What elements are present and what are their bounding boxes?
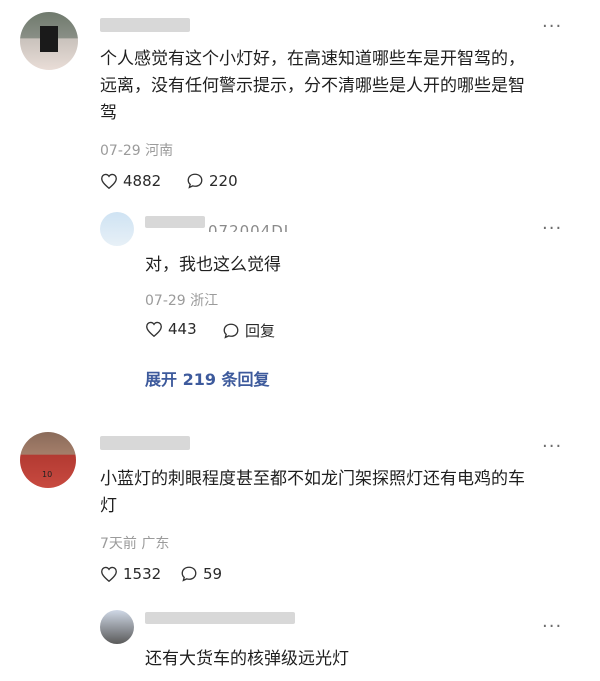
like-button[interactable]: 1532 — [100, 565, 161, 583]
comment-date: 07-29 — [100, 143, 141, 159]
avatar[interactable] — [100, 610, 134, 644]
like-count: 443 — [168, 320, 197, 338]
reply-count: 59 — [203, 565, 223, 583]
comment-line: 驾 — [100, 103, 117, 123]
reply-button[interactable]: 回复 — [222, 320, 275, 341]
heart-icon — [101, 566, 117, 582]
reply-content: 还有大货车的核弹级远光灯 — [145, 649, 349, 669]
avatar[interactable] — [100, 212, 134, 246]
comment-meta: 7天前 广东 — [100, 533, 169, 553]
more-dots-icon[interactable]: ··· — [542, 618, 562, 636]
username-blurred[interactable] — [100, 436, 190, 450]
avatar[interactable]: 10 — [20, 432, 76, 488]
comment-bubble-icon — [181, 566, 197, 582]
comment-bubble-icon — [187, 173, 203, 189]
comment-line: 个人感觉有这个小灯好，在高速知道哪些车是开智驾的， — [100, 49, 525, 69]
comment-bubble-icon — [223, 323, 239, 339]
reply-button[interactable]: 59 — [180, 565, 222, 583]
reply-date: 07-29 — [145, 293, 186, 309]
like-count: 1532 — [123, 565, 162, 583]
like-count: 4882 — [123, 172, 162, 190]
reply-meta: 07-29 浙江 — [145, 290, 218, 310]
reply-label: 回复 — [245, 322, 276, 340]
comment-date: 7天前 — [100, 536, 137, 552]
like-button[interactable]: 443 — [145, 320, 197, 338]
more-dots-icon[interactable]: ··· — [542, 438, 562, 456]
comment-meta: 07-29 河南 — [100, 140, 173, 160]
username-blurred[interactable] — [145, 216, 205, 228]
reply-username[interactable]: 072004DL — [208, 220, 293, 232]
comment-line: 小蓝灯的刺眼程度甚至都不如龙门架探照灯还有电鸡的车 — [100, 469, 525, 489]
comment-content: 小蓝灯的刺眼程度甚至都不如龙门架探照灯还有电鸡的车 灯 — [100, 466, 580, 520]
comment-location: 广东 — [141, 536, 170, 552]
reply-count: 220 — [209, 172, 238, 190]
comment-content: 个人感觉有这个小灯好，在高速知道哪些车是开智驾的， 远离，没有任何警示提示，分不… — [100, 46, 580, 127]
comment-line: 远离，没有任何警示提示，分不清哪些是人开的哪些是智 — [100, 76, 525, 96]
expand-replies-link[interactable]: 展开 219 条回复 — [145, 366, 270, 390]
comment-line: 灯 — [100, 496, 117, 516]
reply-location: 浙江 — [190, 293, 219, 309]
heart-icon — [101, 173, 117, 189]
reply-button[interactable]: 220 — [186, 172, 238, 190]
like-button[interactable]: 4882 — [100, 172, 161, 190]
avatar-number: 10 — [42, 470, 53, 479]
comment-location: 河南 — [145, 143, 174, 159]
reply-content: 对，我也这么觉得 — [145, 255, 281, 275]
username-blurred[interactable] — [100, 18, 190, 32]
more-dots-icon[interactable]: ··· — [542, 18, 562, 36]
username-blurred[interactable] — [145, 612, 295, 624]
avatar[interactable] — [20, 12, 78, 70]
heart-icon — [146, 321, 162, 337]
more-dots-icon[interactable]: ··· — [542, 220, 562, 238]
